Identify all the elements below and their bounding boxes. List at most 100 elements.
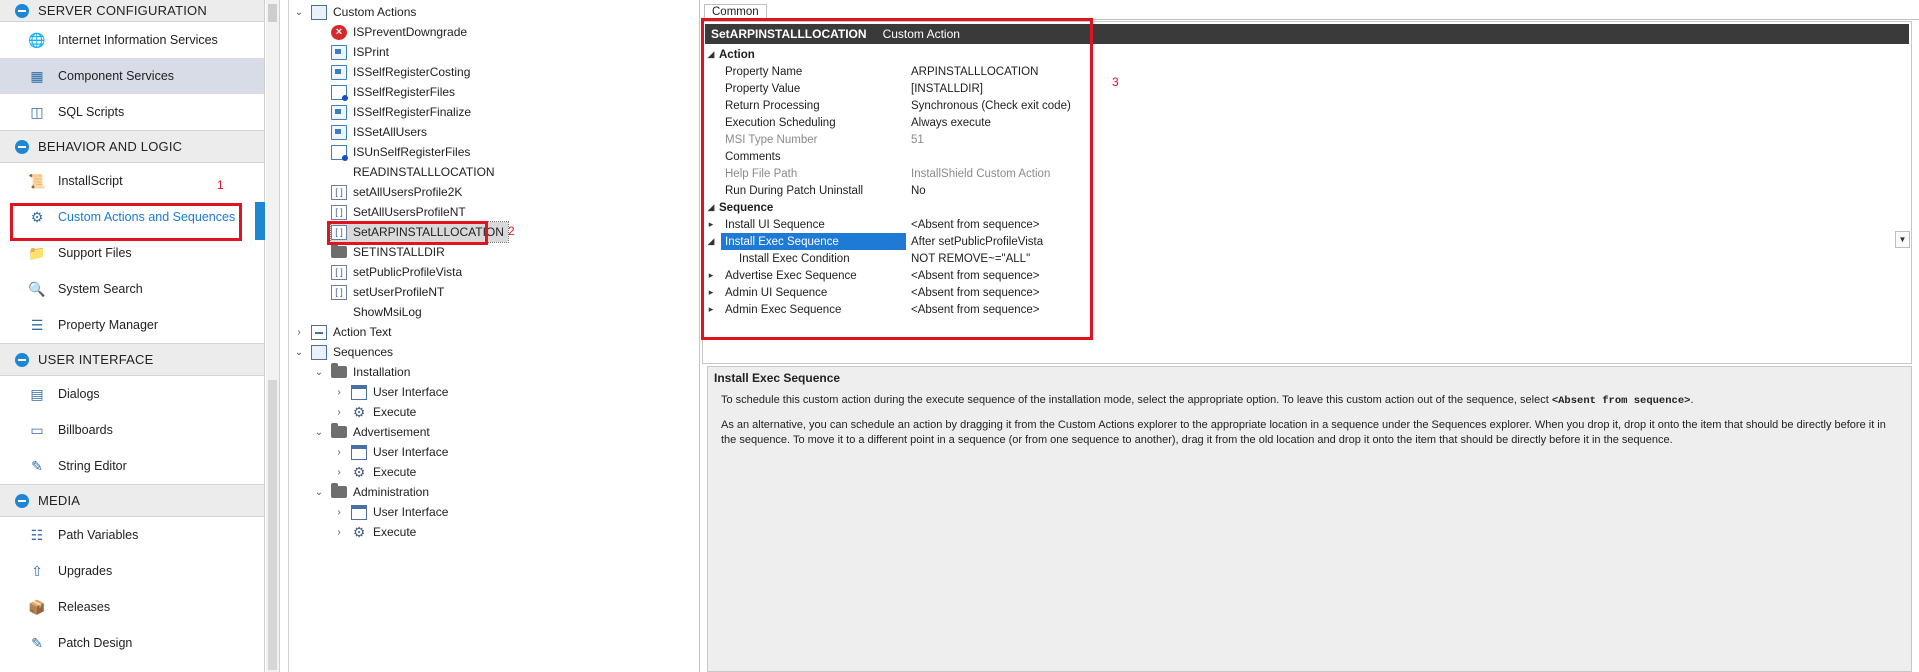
chevron-right-icon[interactable]: ›: [333, 447, 345, 458]
chevron-right-icon[interactable]: ›: [333, 507, 345, 518]
folder-icon: [331, 423, 347, 438]
chevron-down-icon[interactable]: ⌄: [313, 487, 325, 498]
tree-node-action[interactable]: × ISPreventDowngrade: [331, 22, 467, 42]
nav-item-iis[interactable]: 🌐 Internet Information Services: [0, 22, 264, 58]
nav-item-sql-scripts[interactable]: ◫ SQL Scripts: [0, 94, 264, 130]
navigation-panel: SERVER CONFIGURATION 🌐 Internet Informat…: [0, 0, 265, 672]
nav-item-releases[interactable]: 📦 Releases: [0, 589, 264, 625]
tree-node-action[interactable]: [ ] setUserProfileNT: [331, 282, 444, 302]
folder-icon: 📁: [28, 244, 46, 261]
search-icon: 🔍: [28, 280, 46, 297]
chevron-right-icon[interactable]: ›: [333, 387, 345, 398]
property-action-icon: [ ]: [331, 184, 347, 200]
tree-node-action[interactable]: SETINSTALLDIR: [331, 242, 445, 262]
tree-node-label: setAllUsersProfile2K: [353, 185, 463, 199]
folder-icon: [331, 243, 347, 258]
tree-node-label: Execute: [373, 465, 417, 479]
custom-actions-icon: [311, 4, 327, 20]
tree-node-sequences[interactable]: ⌄ Sequences: [293, 342, 393, 362]
billboard-icon: ▭: [30, 421, 44, 438]
tree-node-label: Action Text: [333, 325, 392, 339]
tree-node-installation[interactable]: ⌄ Installation: [313, 362, 410, 382]
custom-actions-tree: ⌄ Custom Actions × ISPreventDowngrade IS…: [288, 0, 700, 672]
tree-node-user-interface[interactable]: › User Interface: [333, 502, 448, 522]
tree-node-action[interactable]: ISUnSelfRegisterFiles: [331, 142, 470, 162]
tree-node-label: ISSelfRegisterFinalize: [353, 105, 472, 119]
property-action-icon: [ ]: [331, 204, 347, 220]
script-action-icon: [331, 44, 347, 60]
chevron-right-icon[interactable]: ›: [333, 467, 345, 478]
section-behavior-and-logic[interactable]: BEHAVIOR AND LOGIC: [0, 130, 264, 163]
tree-node-execute[interactable]: › ⚙ Execute: [333, 402, 416, 422]
tree-node-label: ShowMsiLog: [353, 305, 422, 319]
nav-item-patch-design[interactable]: ✎ Patch Design: [0, 625, 264, 661]
chevron-down-icon[interactable]: ⌄: [313, 367, 325, 378]
nav-item-string-editor[interactable]: ✎ String Editor: [0, 448, 264, 484]
dropdown-button[interactable]: ▼: [1895, 231, 1910, 248]
action-icon: [331, 165, 347, 180]
script-action-icon: [331, 104, 347, 120]
tree-node-custom-actions[interactable]: ⌄ Custom Actions: [293, 2, 416, 22]
description-text: To schedule this custom action during th…: [721, 394, 1549, 406]
chevron-down-icon[interactable]: ⌄: [293, 7, 305, 18]
nav-item-label: Patch Design: [58, 636, 133, 650]
tree-node-action[interactable]: [ ] SetAllUsersProfileNT: [331, 202, 466, 222]
tree-node-administration[interactable]: ⌄ Administration: [313, 482, 429, 502]
collapse-icon: [15, 493, 29, 508]
tree-node-action-text[interactable]: › Action Text: [293, 322, 391, 342]
nav-item-billboards[interactable]: ▭ Billboards: [0, 412, 264, 448]
section-user-interface[interactable]: USER INTERFACE: [0, 343, 264, 376]
tree-node-advertisement[interactable]: ⌄ Advertisement: [313, 422, 430, 442]
nav-item-system-search[interactable]: 🔍 System Search: [0, 271, 264, 307]
tree-node-action[interactable]: ISSelfRegisterFiles: [331, 82, 455, 102]
tree-node-user-interface[interactable]: › User Interface: [333, 442, 448, 462]
annotation-number-3: 3: [1112, 75, 1119, 89]
chevron-right-icon[interactable]: ›: [333, 407, 345, 418]
nav-scrollbar-thumb[interactable]: [268, 4, 277, 22]
nav-item-property-manager[interactable]: ☰ Property Manager: [0, 307, 264, 343]
tree-node-label: Advertisement: [353, 425, 430, 439]
annotation-box-2: [327, 221, 488, 245]
section-server-configuration[interactable]: SERVER CONFIGURATION: [0, 0, 264, 22]
tree-node-label: Custom Actions: [333, 5, 417, 19]
patch-design-icon: ✎: [31, 634, 43, 651]
nav-item-label: Property Manager: [58, 318, 159, 332]
section-label: MEDIA: [38, 493, 81, 508]
tree-node-action[interactable]: ISSetAllUsers: [331, 122, 427, 142]
chevron-right-icon[interactable]: ›: [293, 327, 305, 338]
nav-item-label: InstallScript: [58, 174, 123, 188]
chevron-right-icon[interactable]: ›: [333, 527, 345, 538]
tree-node-action[interactable]: READINSTALLLOCATION: [331, 162, 495, 182]
section-media[interactable]: MEDIA: [0, 484, 264, 517]
tree-node-label: ISPreventDowngrade: [353, 25, 468, 39]
tree-node-execute[interactable]: › ⚙ Execute: [333, 522, 416, 542]
nav-item-path-variables[interactable]: ☷ Path Variables: [0, 517, 264, 553]
nav-item-upgrades[interactable]: ⇧ Upgrades: [0, 553, 264, 589]
tree-node-label: Execute: [373, 525, 417, 539]
tree-node-label: SetAllUsersProfileNT: [353, 205, 466, 219]
nav-item-installscript[interactable]: 📜 InstallScript: [0, 163, 264, 199]
action-icon: [331, 305, 347, 320]
tree-node-user-interface[interactable]: › User Interface: [333, 382, 448, 402]
nav-item-label: Billboards: [58, 423, 113, 437]
nav-item-dialogs[interactable]: ▤ Dialogs: [0, 376, 264, 412]
tree-node-label: setUserProfileNT: [353, 285, 445, 299]
tree-node-label: setPublicProfileVista: [353, 265, 463, 279]
tree-node-execute[interactable]: › ⚙ Execute: [333, 462, 416, 482]
chevron-down-icon[interactable]: ⌄: [313, 427, 325, 438]
tree-node-action[interactable]: ISSelfRegisterFinalize: [331, 102, 471, 122]
nav-item-label: Internet Information Services: [58, 33, 218, 47]
tree-node-action[interactable]: [ ] setAllUsersProfile2K: [331, 182, 462, 202]
chevron-down-icon[interactable]: ⌄: [293, 347, 305, 358]
section-label: SERVER CONFIGURATION: [38, 3, 207, 18]
gear-icon: ⚙: [352, 463, 366, 480]
tree-node-label: Execute: [373, 405, 417, 419]
tree-node-action[interactable]: ShowMsiLog: [331, 302, 422, 322]
error-icon: ×: [331, 24, 347, 40]
tree-node-action[interactable]: ISPrint: [331, 42, 389, 62]
tree-node-label: User Interface: [373, 445, 449, 459]
tree-node-action[interactable]: ISSelfRegisterCosting: [331, 62, 470, 82]
tree-node-action[interactable]: [ ] setPublicProfileVista: [331, 262, 462, 282]
nav-item-component-services[interactable]: ▦ Component Services: [0, 58, 264, 94]
nav-item-label: Path Variables: [58, 528, 139, 542]
